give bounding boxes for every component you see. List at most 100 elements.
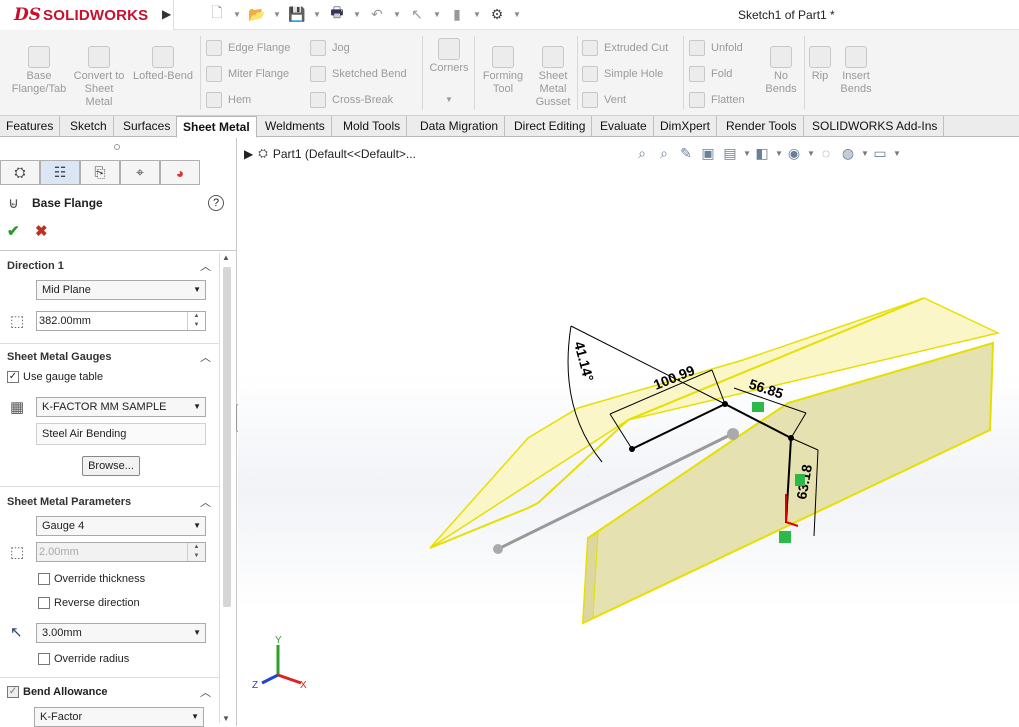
corners-dropdown-icon[interactable]: ▼ — [426, 93, 472, 106]
sketched-bend-button[interactable]: Sketched Bend — [310, 66, 407, 82]
miter-flange-button[interactable]: Miter Flange — [206, 66, 289, 82]
property-manager-title: Base Flange — [32, 196, 103, 210]
coordinate-triad[interactable]: Y X Z — [252, 635, 307, 691]
reverse-direction-checkbox[interactable]: Reverse direction — [38, 597, 140, 609]
options-dropdown-icon[interactable]: ▼ — [513, 10, 521, 19]
panel-scrollbar[interactable]: ▲ ▼ — [219, 253, 233, 723]
cross-break-button[interactable]: Cross-Break — [310, 92, 393, 108]
arrow-head-handle[interactable] — [727, 428, 739, 440]
spin-arrows-icon[interactable]: ▲ ▼ — [187, 312, 205, 330]
undo-icon[interactable]: ↶ — [365, 4, 389, 24]
corners-button[interactable]: Corners ▼ — [426, 38, 472, 106]
solidworks-logo[interactable]: DS SOLIDWORKS — [0, 0, 174, 30]
property-manager-tab[interactable]: ☷ — [40, 160, 80, 185]
fixed-relation-icon[interactable] — [779, 531, 791, 543]
corners-label: Corners — [429, 62, 469, 74]
jog-button[interactable]: Jog — [310, 40, 350, 56]
collapse-chevron-icon[interactable]: ︿ — [200, 494, 211, 510]
collapse-chevron-icon[interactable]: ︿ — [200, 258, 211, 274]
help-button[interactable]: ? — [208, 195, 224, 211]
save-dropdown-icon[interactable]: ▼ — [313, 10, 321, 19]
unfold-button[interactable]: Unfold — [689, 40, 743, 56]
tab-solidworks-add-ins[interactable]: SOLIDWORKS Add-Ins — [806, 116, 945, 137]
ok-check-button[interactable]: ✔ — [7, 222, 20, 240]
end-condition-value: Mid Plane — [42, 284, 91, 296]
dimxpert-manager-tab[interactable]: ⌖ — [120, 160, 160, 185]
rip-button[interactable]: Rip — [806, 46, 834, 83]
spin-arrows-icon[interactable]: ▲ ▼ — [187, 543, 205, 561]
feature-manager-tab[interactable]: ⛭ — [0, 160, 40, 185]
scroll-down-icon[interactable]: ▼ — [222, 714, 230, 723]
collapse-chevron-icon[interactable]: ︿ — [200, 684, 211, 700]
configuration-manager-tab[interactable]: ⎘ — [80, 160, 120, 185]
forming-tool-button[interactable]: Forming Tool — [478, 46, 528, 96]
override-radius-checkbox[interactable]: Override radius — [38, 653, 129, 665]
parameters-group-header[interactable]: Sheet Metal Parameters — [7, 496, 131, 508]
display-manager-tab[interactable]: ◕ — [160, 160, 200, 185]
tab-sketch[interactable]: Sketch — [64, 116, 114, 137]
print-icon[interactable]: 🖶 — [325, 4, 349, 24]
angle-dimension[interactable]: 41.14° — [571, 340, 597, 383]
no-bends-button[interactable]: No Bends — [760, 46, 802, 96]
tab-mold-tools[interactable]: Mold Tools — [337, 116, 408, 137]
bend-allowance-select[interactable]: K-Factor ▼ — [34, 707, 204, 727]
tab-direct-editing[interactable]: Direct Editing — [508, 116, 593, 137]
tab-surfaces[interactable]: Surfaces — [117, 116, 178, 137]
tab-render-tools[interactable]: Render Tools — [720, 116, 804, 137]
fold-button[interactable]: Fold — [689, 66, 732, 82]
save-icon[interactable]: 💾 — [285, 4, 309, 24]
rebuild-icon[interactable]: ▮ — [445, 4, 469, 24]
override-thickness-checkbox[interactable]: Override thickness — [38, 573, 145, 585]
convert-to-sheet-metal-button[interactable]: Convert to Sheet Metal — [73, 46, 125, 109]
new-dropdown-icon[interactable]: ▼ — [233, 10, 241, 19]
select-dropdown-icon[interactable]: ▼ — [433, 10, 441, 19]
gauge-table-select[interactable]: K-FACTOR MM SAMPLE ▼ — [36, 397, 206, 417]
thickness-input[interactable]: 2.00mm ▲ ▼ — [36, 542, 206, 562]
simple-hole-button[interactable]: Simple Hole — [582, 66, 663, 82]
hem-button[interactable]: Hem — [206, 92, 251, 108]
cancel-x-button[interactable]: ✖ — [35, 222, 48, 240]
tab-data-migration[interactable]: Data Migration — [414, 116, 506, 137]
sheet-metal-gusset-button[interactable]: Sheet Metal Gusset — [532, 46, 574, 109]
options-gear-icon[interactable]: ⚙ — [485, 4, 509, 24]
rebuild-dropdown-icon[interactable]: ▼ — [473, 10, 481, 19]
arrow-handle[interactable] — [493, 544, 503, 554]
undo-dropdown-icon[interactable]: ▼ — [393, 10, 401, 19]
new-document-icon[interactable]: 🗋 — [205, 4, 229, 24]
insert-bends-button[interactable]: Insert Bends — [836, 46, 876, 96]
print-dropdown-icon[interactable]: ▼ — [353, 10, 361, 19]
gauges-group-header[interactable]: Sheet Metal Gauges — [7, 351, 112, 363]
menu-expand-icon[interactable]: ▶ — [162, 7, 171, 21]
vent-button[interactable]: Vent — [582, 92, 626, 108]
use-gauge-table-checkbox[interactable]: ✓ Use gauge table — [7, 371, 103, 383]
tab-dimxpert[interactable]: DimXpert — [654, 116, 718, 137]
tab-features[interactable]: Features — [0, 116, 61, 137]
tab-weldments[interactable]: Weldments — [259, 116, 332, 137]
gauge-select[interactable]: Gauge 4 ▼ — [36, 516, 206, 536]
select-arrow-icon[interactable]: ↖ — [405, 4, 429, 24]
bend-radius-select[interactable]: 3.00mm ▼ — [36, 623, 206, 643]
horizontal-relation-icon[interactable] — [752, 402, 764, 412]
bend-allowance-checkbox[interactable]: ✓ Bend Allowance — [7, 686, 108, 698]
ribbon-separator — [422, 36, 423, 110]
panel-grip-handle[interactable] — [114, 144, 120, 150]
vertical-relation-icon[interactable] — [795, 474, 805, 486]
open-folder-icon[interactable]: 📂 — [245, 4, 269, 24]
depth-input[interactable]: 382.00mm ▲ ▼ — [36, 311, 206, 331]
scroll-thumb[interactable] — [223, 267, 231, 607]
lofted-bend-button[interactable]: Lofted-Bend — [128, 46, 198, 83]
browse-button[interactable]: Browse... — [82, 456, 140, 476]
edge-flange-button[interactable]: Edge Flange — [206, 40, 290, 56]
tab-evaluate[interactable]: Evaluate — [594, 116, 654, 137]
collapse-chevron-icon[interactable]: ︿ — [200, 349, 211, 365]
open-dropdown-icon[interactable]: ▼ — [273, 10, 281, 19]
graphics-area[interactable]: ▶ ⛭ Part1 (Default<<Default>... ⌕ ⌕ ✎ ▣ … — [238, 138, 1019, 726]
scroll-up-icon[interactable]: ▲ — [222, 253, 230, 262]
end-condition-select[interactable]: Mid Plane ▼ — [36, 280, 206, 300]
cross-break-icon — [310, 92, 326, 108]
tab-sheet-metal[interactable]: Sheet Metal — [176, 116, 257, 138]
base-flange-button[interactable]: Base Flange/Tab — [8, 46, 70, 96]
direction1-group-header[interactable]: Direction 1 — [7, 260, 64, 272]
extruded-cut-button[interactable]: Extruded Cut — [582, 40, 668, 56]
flatten-button[interactable]: Flatten — [689, 92, 745, 108]
